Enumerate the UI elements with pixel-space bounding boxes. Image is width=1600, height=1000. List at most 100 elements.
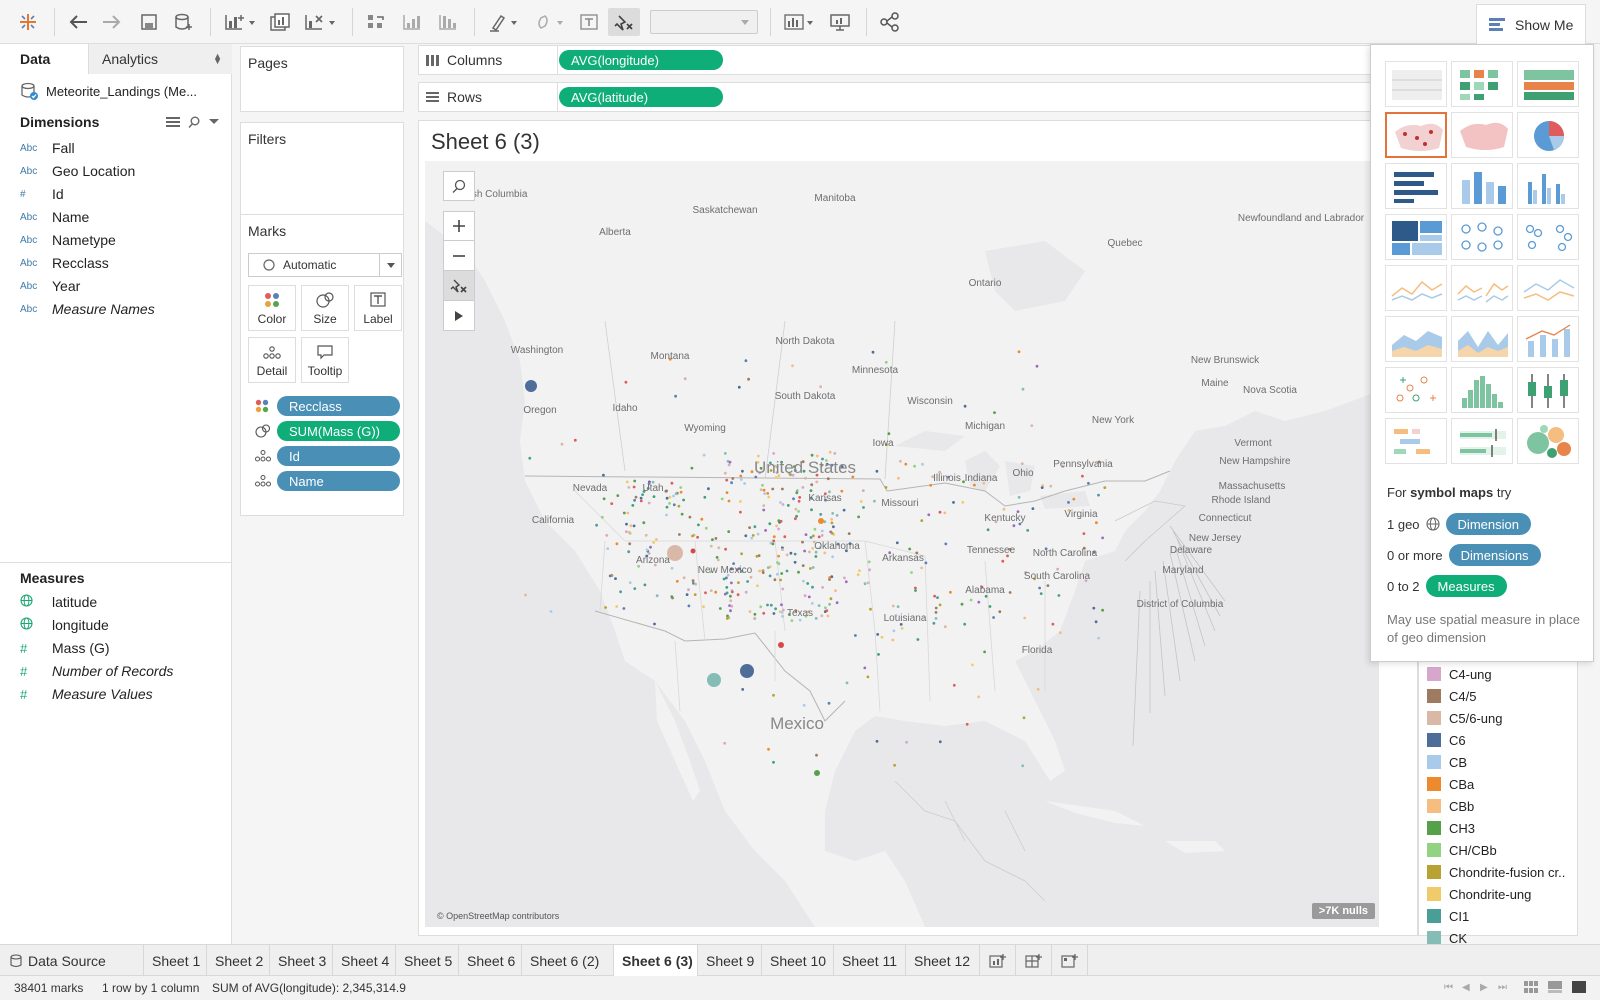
map-mark[interactable] bbox=[627, 486, 631, 489]
map-mark[interactable] bbox=[786, 504, 790, 507]
side-by-side-bars-chart-icon[interactable] bbox=[1517, 163, 1579, 209]
map-mark[interactable] bbox=[793, 560, 797, 564]
map-mark[interactable] bbox=[731, 477, 735, 480]
map-mark[interactable] bbox=[920, 519, 924, 522]
map-mark[interactable] bbox=[880, 635, 884, 639]
sort-ascending-icon[interactable] bbox=[398, 8, 426, 36]
map-mark[interactable] bbox=[783, 535, 787, 539]
map-mark[interactable] bbox=[775, 524, 778, 528]
map-mark[interactable] bbox=[528, 456, 532, 460]
rows-pill[interactable]: AVG(latitude) bbox=[559, 87, 723, 107]
map-mark[interactable] bbox=[1087, 481, 1090, 485]
map-mark[interactable] bbox=[826, 614, 830, 618]
new-datasource-icon[interactable] bbox=[170, 8, 196, 36]
map-mark[interactable] bbox=[929, 483, 933, 487]
legend-item[interactable]: CH3 bbox=[1427, 819, 1475, 837]
map-mark[interactable] bbox=[771, 487, 775, 491]
marks-pill[interactable]: SUM(Mass (G)) bbox=[277, 421, 400, 441]
sheet-tab[interactable]: Sheet 1 bbox=[144, 945, 207, 976]
map-mark[interactable] bbox=[1103, 486, 1107, 489]
map-mark[interactable] bbox=[834, 589, 837, 592]
packed-bubbles-chart-icon[interactable] bbox=[1517, 418, 1579, 464]
map-mark[interactable] bbox=[766, 566, 770, 569]
map-mark[interactable] bbox=[672, 494, 675, 498]
map-mark[interactable] bbox=[921, 462, 924, 466]
datasource-item[interactable]: Meteorite_Landings (Me... bbox=[20, 82, 197, 100]
map-mark[interactable] bbox=[884, 360, 888, 364]
sheet-tab[interactable]: Sheet 12 bbox=[906, 945, 980, 976]
map-mark[interactable] bbox=[863, 666, 867, 670]
map-mark[interactable] bbox=[973, 483, 976, 487]
pin-map-icon[interactable] bbox=[608, 8, 640, 36]
legend-item[interactable]: CBa bbox=[1427, 775, 1474, 793]
legend-item[interactable]: CH/CBb bbox=[1427, 841, 1497, 859]
map-mark[interactable] bbox=[753, 525, 757, 529]
discrete-lines-chart-icon[interactable] bbox=[1451, 265, 1513, 311]
map-mark[interactable] bbox=[775, 572, 779, 576]
map-mark[interactable] bbox=[690, 466, 694, 470]
map-mark[interactable] bbox=[927, 513, 931, 517]
map-mark[interactable] bbox=[1036, 687, 1040, 691]
side-by-side-circles-chart-icon[interactable] bbox=[1517, 214, 1579, 260]
new-worksheet-tab[interactable] bbox=[980, 945, 1016, 976]
filmstrip-view-icon[interactable] bbox=[1548, 981, 1562, 996]
map-mark[interactable] bbox=[624, 380, 628, 384]
new-story-tab[interactable] bbox=[1052, 945, 1088, 976]
new-worksheet-icon[interactable] bbox=[220, 8, 260, 36]
map-mark[interactable] bbox=[702, 453, 706, 457]
map-mark[interactable] bbox=[672, 503, 676, 507]
map-mark[interactable] bbox=[697, 523, 700, 527]
map-mark[interactable] bbox=[1012, 524, 1016, 528]
map-mark[interactable] bbox=[741, 688, 745, 691]
map-mark[interactable] bbox=[772, 535, 776, 539]
map-mark[interactable] bbox=[718, 607, 722, 610]
map-mark[interactable] bbox=[626, 511, 630, 515]
sort-descending-icon[interactable] bbox=[434, 8, 462, 36]
map-mark[interactable] bbox=[810, 483, 814, 487]
map-mark[interactable] bbox=[766, 603, 769, 607]
map-mark[interactable] bbox=[549, 610, 553, 613]
map-mark[interactable] bbox=[678, 533, 681, 536]
map-mark[interactable] bbox=[622, 607, 626, 610]
map-mark[interactable] bbox=[810, 453, 814, 457]
map-mark[interactable] bbox=[772, 539, 776, 543]
map-mark[interactable] bbox=[573, 438, 577, 442]
map-mark[interactable] bbox=[627, 530, 631, 534]
map-mark[interactable] bbox=[632, 485, 636, 489]
map-mark[interactable] bbox=[610, 502, 614, 505]
marks-pill[interactable]: Name bbox=[277, 471, 400, 491]
map-mark[interactable] bbox=[748, 526, 751, 529]
map-mark[interactable] bbox=[687, 604, 691, 608]
map-mark[interactable] bbox=[803, 594, 807, 598]
map-mark[interactable] bbox=[727, 530, 731, 533]
map-mark[interactable] bbox=[988, 605, 992, 608]
dimension-field[interactable]: # Id bbox=[20, 184, 64, 204]
map-mark[interactable] bbox=[777, 562, 781, 566]
map-mark[interactable] bbox=[1017, 495, 1021, 499]
map-mark[interactable] bbox=[683, 377, 687, 381]
map-mark[interactable] bbox=[920, 566, 923, 570]
map-mark[interactable] bbox=[759, 488, 763, 492]
map-mark[interactable] bbox=[887, 432, 891, 436]
map-mark[interactable] bbox=[977, 695, 981, 699]
map-mark[interactable] bbox=[793, 552, 797, 556]
legend-item[interactable]: Chondrite-ung bbox=[1427, 885, 1531, 903]
map-mark[interactable] bbox=[756, 532, 760, 536]
map-mark[interactable] bbox=[753, 616, 757, 620]
map-mark[interactable] bbox=[1021, 387, 1025, 391]
map-mark[interactable] bbox=[854, 634, 857, 637]
zoom-out-button[interactable] bbox=[443, 241, 475, 271]
map-mark[interactable] bbox=[817, 604, 821, 607]
map-mark[interactable] bbox=[1101, 608, 1104, 612]
map-mark[interactable] bbox=[730, 590, 734, 594]
group-members-icon[interactable] bbox=[530, 8, 570, 36]
map-mark[interactable] bbox=[892, 629, 896, 633]
map-mark[interactable] bbox=[932, 621, 936, 625]
map-mark[interactable] bbox=[691, 579, 695, 582]
marks-pill-row[interactable]: Id bbox=[255, 445, 400, 467]
map-mark[interactable] bbox=[772, 760, 775, 764]
dimension-field[interactable]: Abc Year bbox=[20, 276, 80, 296]
dual-combination-chart-icon[interactable] bbox=[1517, 316, 1579, 362]
sheet-tab[interactable]: Sheet 5 bbox=[396, 945, 459, 976]
columns-pill[interactable]: AVG(longitude) bbox=[559, 50, 723, 70]
